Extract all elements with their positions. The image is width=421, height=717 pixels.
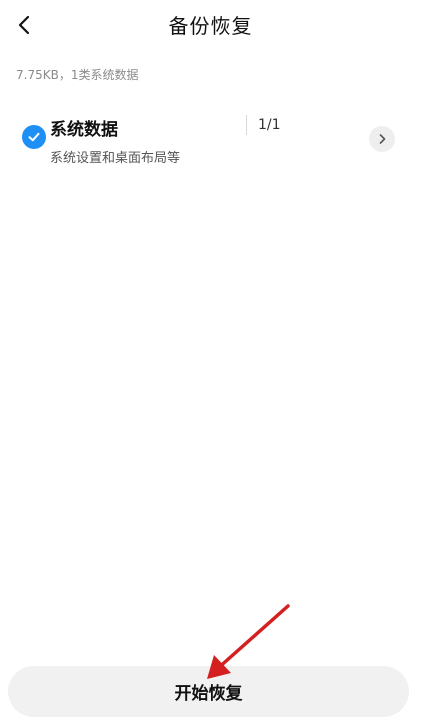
list-item-system-data[interactable]: 系统数据 系统设置和桌面布局等 1/1 [0, 106, 421, 172]
item-detail-button[interactable] [369, 126, 395, 152]
top-bar: 备份恢复 [0, 0, 421, 50]
start-restore-label: 开始恢复 [174, 684, 243, 704]
check-icon [28, 132, 40, 142]
item-count: 1/1 [258, 117, 281, 133]
page-title: 备份恢复 [168, 14, 253, 38]
backup-summary: 7.75KB，1类系统数据 [16, 68, 139, 82]
item-title: 系统数据 [50, 120, 118, 140]
chevron-right-icon [379, 134, 386, 144]
item-divider [246, 115, 247, 135]
start-restore-button[interactable]: 开始恢复 [8, 666, 409, 717]
item-checkbox[interactable] [22, 125, 46, 149]
item-subtitle: 系统设置和桌面布局等 [50, 151, 181, 166]
